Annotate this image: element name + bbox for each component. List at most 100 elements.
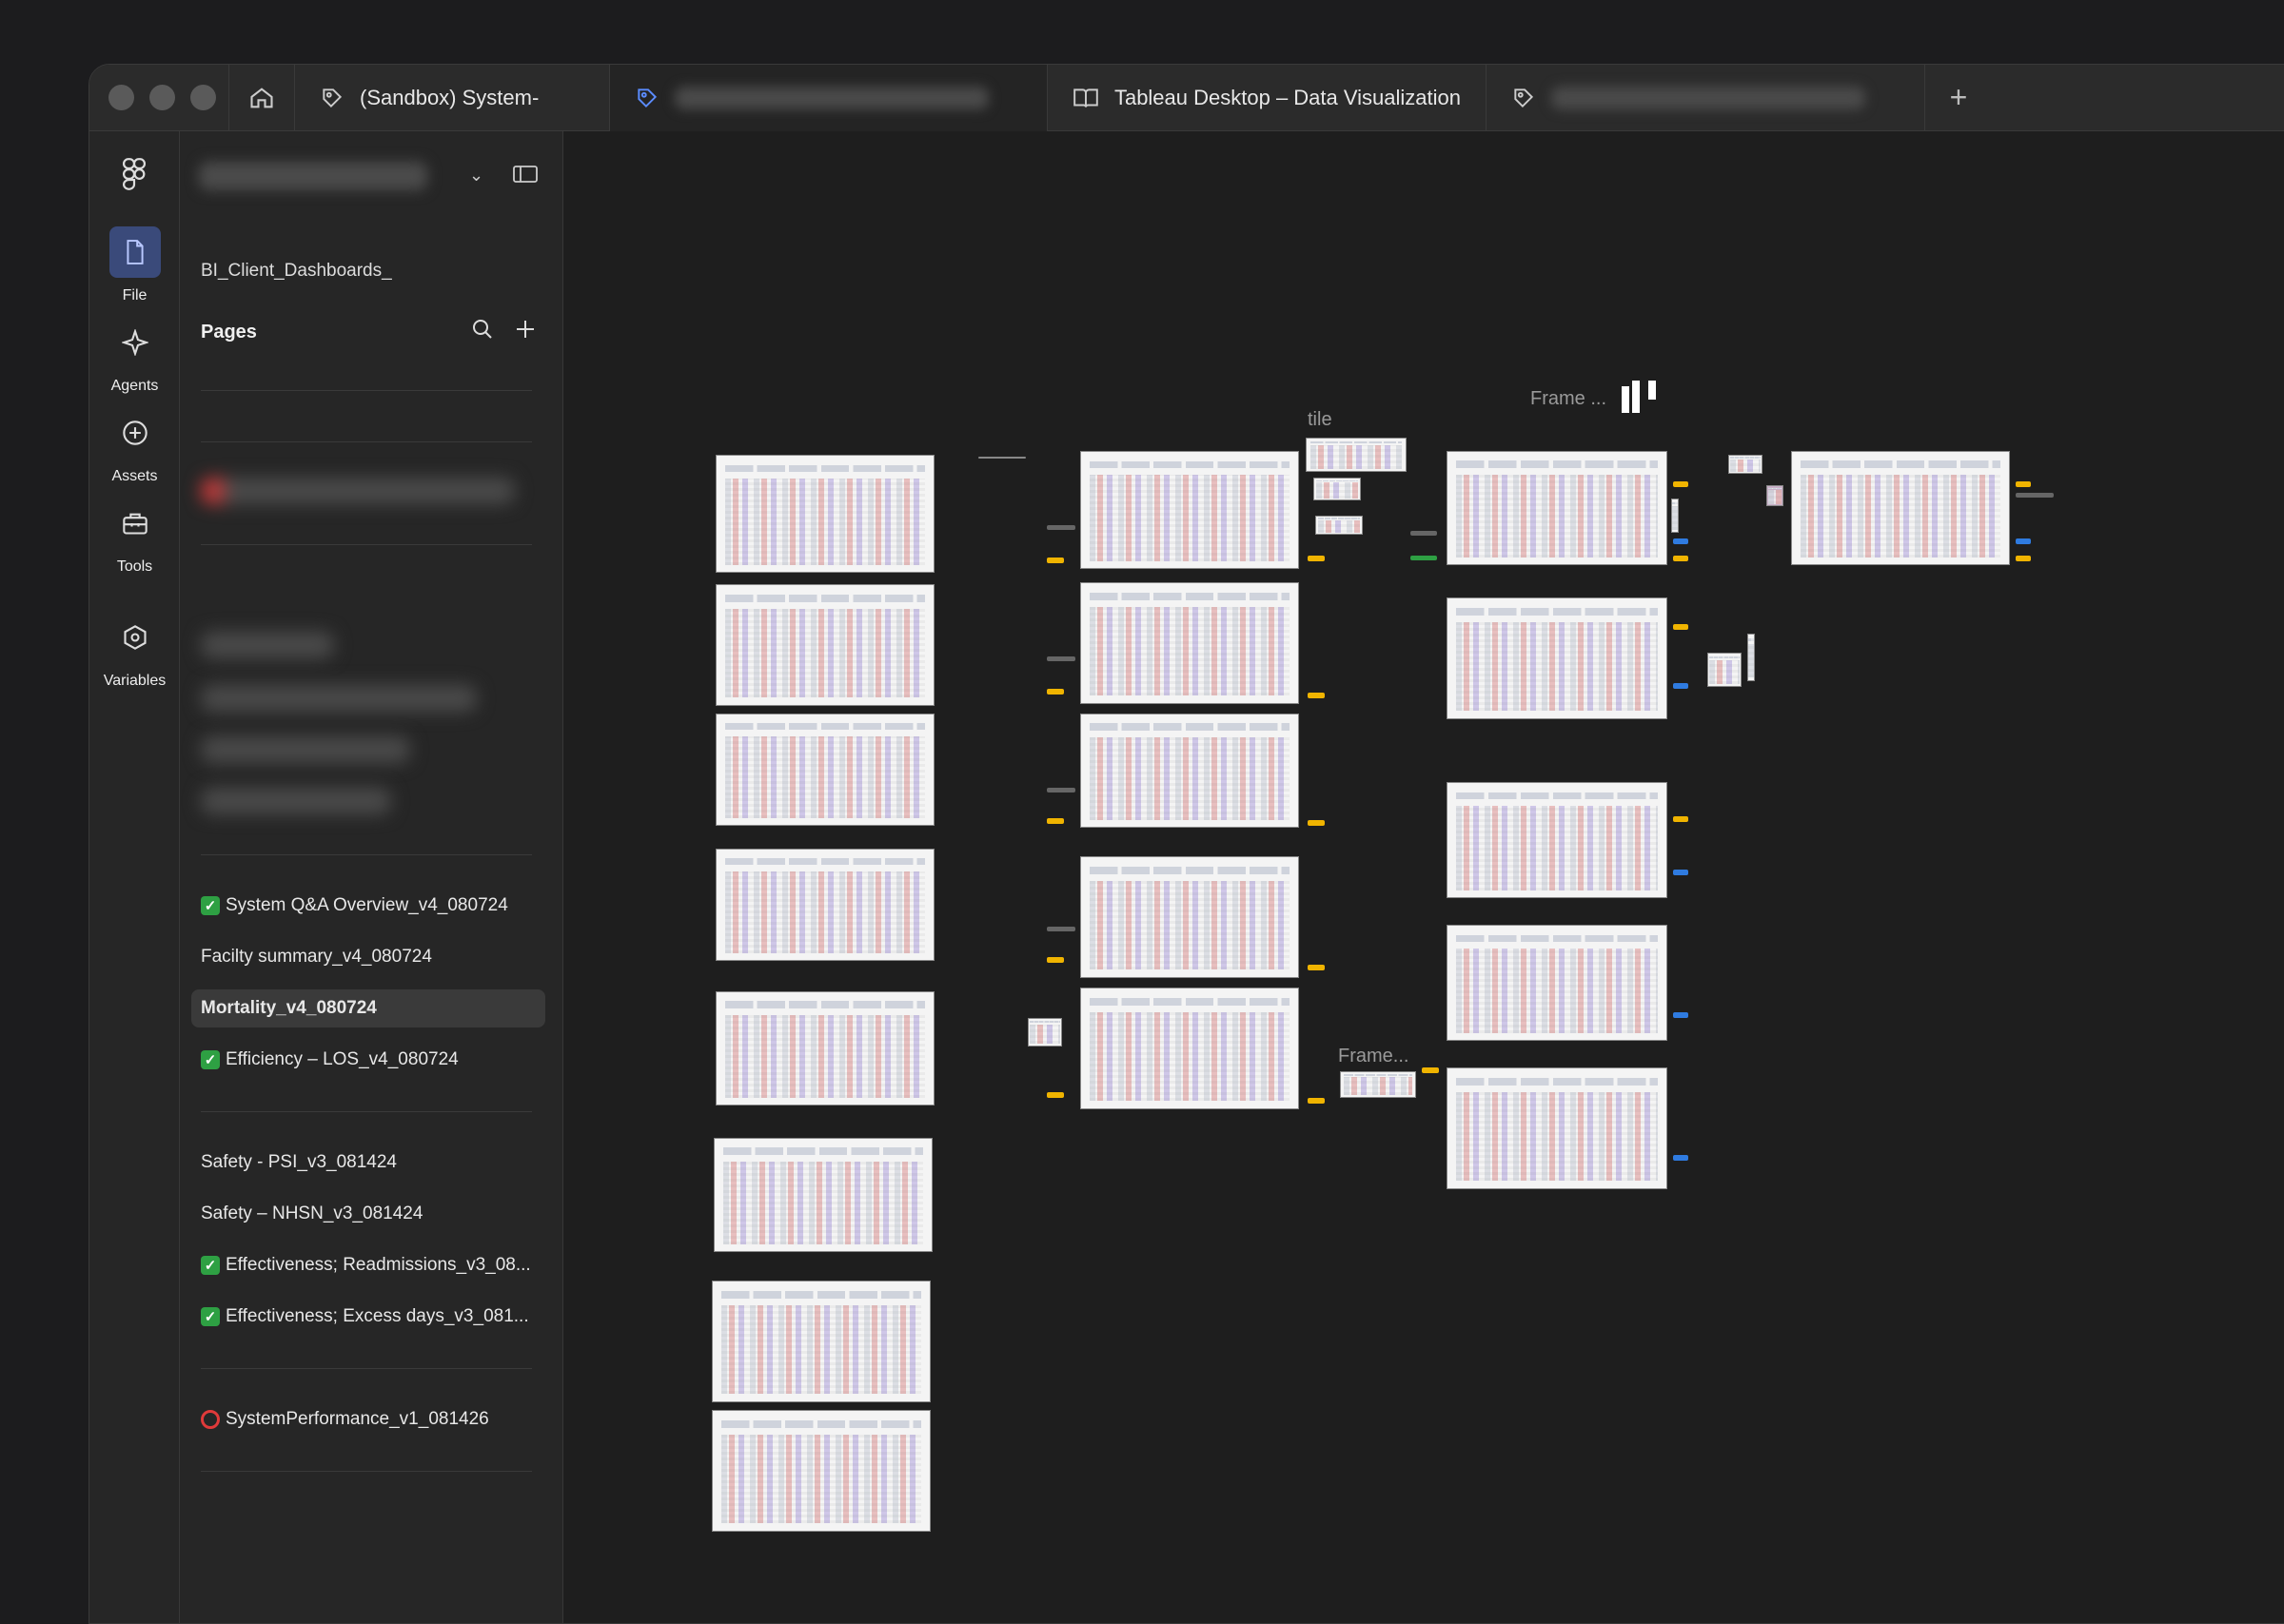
page-item[interactable]: Safety - PSI_v3_081424	[191, 1144, 545, 1182]
tile-frame[interactable]	[1671, 499, 1679, 533]
annotation-tag[interactable]	[2016, 481, 2031, 487]
redacted-project-name[interactable]	[199, 162, 427, 190]
close-window-button[interactable]	[108, 85, 134, 110]
dashboard-frame[interactable]	[1447, 597, 1667, 719]
redacted-page[interactable]	[201, 478, 515, 504]
dashboard-frame[interactable]	[712, 1410, 931, 1532]
page-item[interactable]: Safety – NHSN_v3_081424	[191, 1195, 545, 1233]
annotation-tag[interactable]	[1047, 957, 1064, 963]
redacted-page[interactable]	[201, 736, 410, 763]
dashboard-frame[interactable]	[716, 455, 935, 573]
redacted-page[interactable]	[201, 788, 391, 814]
dashboard-frame[interactable]	[1447, 451, 1667, 565]
home-button[interactable]	[228, 65, 295, 131]
figma-tag-icon	[1514, 88, 1534, 108]
tile-frame[interactable]	[1028, 1018, 1062, 1047]
tab-sandbox-system[interactable]: (Sandbox) System-	[295, 65, 610, 131]
new-tab-button[interactable]: +	[1925, 65, 1992, 131]
annotation-tag[interactable]	[1673, 624, 1688, 630]
dashboard-frame[interactable]	[1080, 714, 1299, 828]
page-item[interactable]: ✓ System Q&A Overview_v4_080724	[191, 887, 545, 925]
tile-frame[interactable]	[1766, 485, 1783, 506]
search-icon[interactable]	[471, 318, 494, 341]
dashboard-frame[interactable]	[1080, 856, 1299, 978]
rail-agents[interactable]: Agents	[89, 317, 180, 395]
dashboard-frame[interactable]	[1447, 1067, 1667, 1189]
book-icon	[1073, 88, 1098, 108]
tile-frame[interactable]	[1728, 455, 1762, 474]
redacted-page[interactable]	[201, 685, 477, 712]
annotation-tag[interactable]	[1308, 965, 1325, 970]
rail-file[interactable]: File	[89, 226, 180, 304]
dashboard-frame[interactable]	[716, 991, 935, 1105]
annotation-tag[interactable]	[1047, 818, 1064, 824]
frame-element[interactable]	[1622, 386, 1629, 413]
annotation-tag[interactable]	[1673, 1012, 1688, 1018]
page-item[interactable]: ✓ Effectiveness; Readmissions_v3_08...	[191, 1246, 545, 1284]
frame-label[interactable]: Frame...	[1338, 1046, 1408, 1067]
tab-redacted[interactable]	[1487, 65, 1925, 131]
dashboard-frame[interactable]	[1080, 582, 1299, 704]
tile-frame[interactable]	[1747, 634, 1755, 681]
chevron-down-icon[interactable]: ⌄	[469, 166, 483, 186]
page-label: Efficiency – LOS_v4_080724	[226, 1049, 459, 1069]
tile-frame[interactable]	[1313, 478, 1361, 500]
page-item[interactable]: Facilty summary_v4_080724	[191, 938, 545, 976]
annotation-tag[interactable]	[1047, 558, 1064, 563]
annotation-tag[interactable]	[1673, 870, 1688, 875]
dashboard-frame[interactable]	[1447, 782, 1667, 898]
frame-label[interactable]: tile	[1308, 409, 1332, 431]
annotation-tag[interactable]	[1673, 556, 1688, 561]
maximize-window-button[interactable]	[190, 85, 216, 110]
annotation-tag[interactable]	[1047, 1092, 1064, 1098]
annotation-note	[1047, 927, 1075, 931]
frame-element[interactable]	[1632, 381, 1640, 413]
dashboard-frame[interactable]	[714, 1138, 933, 1252]
sidebar-toggle-icon[interactable]	[513, 164, 538, 189]
annotation-tag[interactable]	[2016, 538, 2031, 544]
annotation-tag[interactable]	[1673, 816, 1688, 822]
annotation-tag[interactable]	[1308, 820, 1325, 826]
annotation-tag[interactable]	[1673, 481, 1688, 487]
rail-variables[interactable]: Variables	[89, 612, 180, 690]
annotation-tag[interactable]	[1422, 1067, 1439, 1073]
tile-frame[interactable]	[1315, 516, 1363, 535]
dashboard-frame[interactable]	[712, 1281, 931, 1402]
page-item[interactable]: ✓ Effectiveness; Excess days_v3_081...	[191, 1298, 545, 1336]
page-item-selected[interactable]: Mortality_v4_080724	[191, 989, 545, 1027]
minimize-window-button[interactable]	[149, 85, 175, 110]
annotation-tag[interactable]	[1047, 689, 1064, 695]
frame-label[interactable]: Frame ...	[1530, 388, 1606, 410]
page-item[interactable]: ✓ Efficiency – LOS_v4_080724	[191, 1041, 545, 1079]
dashboard-frame[interactable]	[1791, 451, 2010, 565]
tile-frame[interactable]	[1340, 1071, 1416, 1098]
annotation-tag[interactable]	[1673, 538, 1688, 544]
tile-frame[interactable]	[1707, 653, 1742, 687]
tab-active-redacted[interactable]	[610, 65, 1048, 131]
redacted-page[interactable]	[201, 632, 334, 658]
tile-frame[interactable]	[1306, 438, 1407, 472]
dashboard-frame[interactable]	[716, 584, 935, 706]
dashboard-frame[interactable]	[716, 849, 935, 961]
divider	[201, 1471, 532, 1472]
add-page-icon[interactable]	[515, 319, 536, 340]
dashboard-frame[interactable]	[1080, 988, 1299, 1109]
page-item[interactable]: SystemPerformance_v1_081426	[191, 1400, 545, 1438]
dashboard-frame[interactable]	[1447, 925, 1667, 1041]
home-icon	[250, 87, 273, 108]
tab-tableau-desktop[interactable]: Tableau Desktop – Data Visualization	[1048, 65, 1487, 131]
frame-element[interactable]	[1648, 381, 1656, 400]
design-canvas[interactable]: tile Frame ... Frame...	[563, 131, 2284, 1623]
annotation-tag[interactable]	[1308, 693, 1325, 698]
annotation-tag[interactable]	[1673, 1155, 1688, 1161]
dashboard-frame[interactable]	[716, 714, 935, 826]
dashboard-frame[interactable]	[1080, 451, 1299, 569]
annotation-tag[interactable]	[2016, 556, 2031, 561]
annotation-tag[interactable]	[1308, 556, 1325, 561]
figma-logo-icon[interactable]	[120, 158, 148, 195]
annotation-tag[interactable]	[1308, 1098, 1325, 1104]
rail-tools[interactable]: Tools	[89, 498, 180, 576]
annotation-tag[interactable]	[1673, 683, 1688, 689]
checkmark-icon: ✓	[201, 1307, 220, 1326]
rail-assets[interactable]: Assets	[89, 407, 180, 485]
